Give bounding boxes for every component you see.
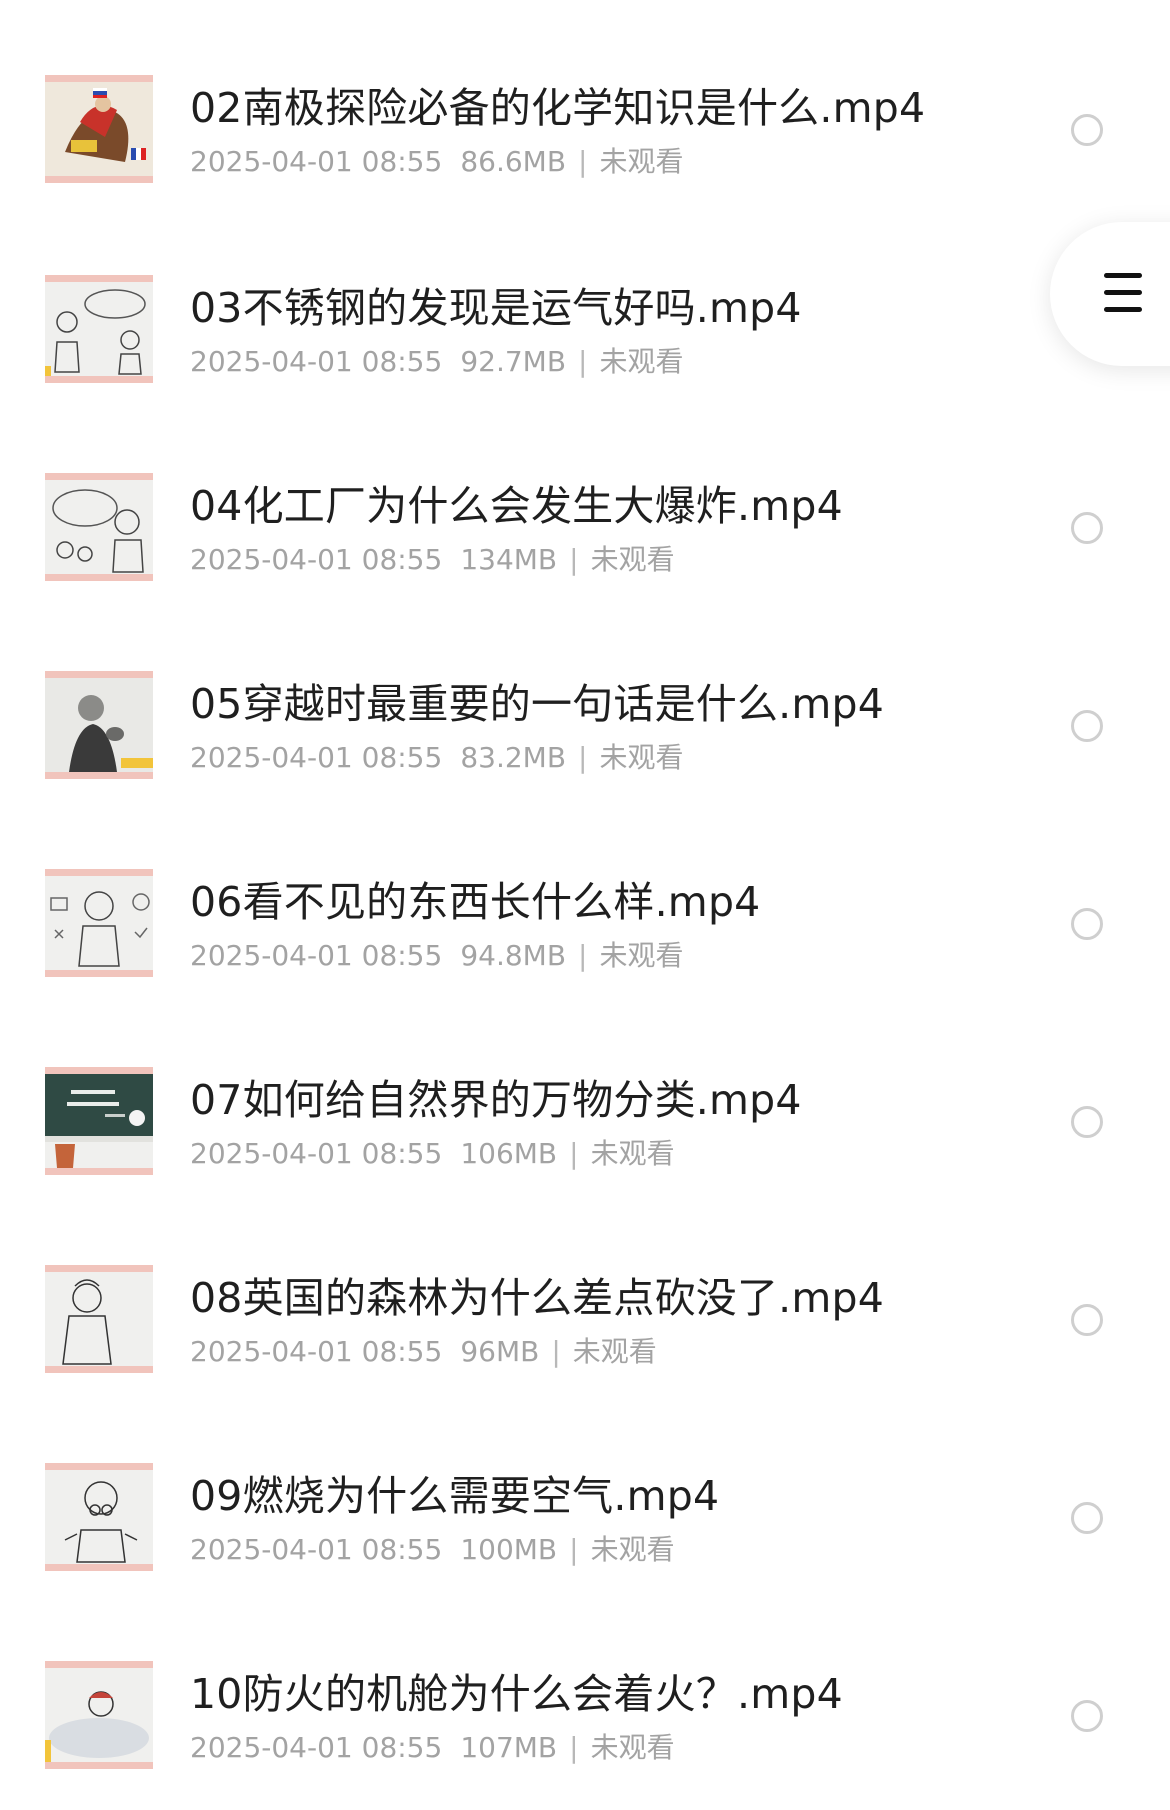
watch-status: 未观看 — [599, 741, 684, 774]
watch-status: 未观看 — [599, 345, 684, 378]
video-title[interactable]: 02南极探险必备的化学知识是什么.mp4 — [190, 74, 925, 134]
select-radio[interactable] — [1071, 710, 1103, 742]
meta-separator: | — [569, 1731, 579, 1764]
video-meta: 2025-04-01 08:55 134MB | 未观看 — [190, 538, 675, 578]
video-date: 2025-04-01 08:55 — [190, 345, 443, 378]
video-meta: 2025-04-01 08:55 83.2MB | 未观看 — [190, 736, 684, 776]
thumbnail-sketch — [45, 1265, 153, 1373]
video-date: 2025-04-01 08:55 — [190, 1335, 443, 1368]
thumbnail-sketch — [45, 1463, 153, 1571]
select-radio[interactable] — [1071, 1502, 1103, 1534]
thumbnail-sketch — [45, 275, 153, 383]
video-meta: 2025-04-01 08:55 94.8MB | 未观看 — [190, 934, 684, 974]
select-radio[interactable] — [1071, 1700, 1103, 1732]
watch-status: 未观看 — [590, 1731, 675, 1764]
meta-separator: | — [578, 345, 588, 378]
video-date: 2025-04-01 08:55 — [190, 939, 443, 972]
video-date: 2025-04-01 08:55 — [190, 145, 443, 178]
video-size: 83.2MB — [460, 741, 567, 774]
select-radio[interactable] — [1071, 512, 1103, 544]
meta-separator: | — [578, 939, 588, 972]
video-date: 2025-04-01 08:55 — [190, 741, 443, 774]
video-title[interactable]: 07如何给自然界的万物分类.mp4 — [190, 1066, 802, 1126]
meta-separator: | — [578, 741, 588, 774]
video-size: 96MB — [460, 1335, 540, 1368]
meta-separator: | — [569, 1137, 579, 1170]
thumbnail-sketch — [45, 869, 153, 977]
video-title[interactable]: 08英国的森林为什么差点砍没了.mp4 — [190, 1264, 884, 1324]
video-size: 107MB — [460, 1731, 558, 1764]
video-size: 86.6MB — [460, 145, 567, 178]
video-meta: 2025-04-01 08:55 92.7MB | 未观看 — [190, 340, 684, 380]
video-meta: 2025-04-01 08:55 107MB | 未观看 — [190, 1726, 675, 1766]
video-title[interactable]: 03不锈钢的发现是运气好吗.mp4 — [190, 274, 802, 334]
video-date: 2025-04-01 08:55 — [190, 543, 443, 576]
video-title[interactable]: 09燃烧为什么需要空气.mp4 — [190, 1462, 719, 1522]
video-title[interactable]: 05穿越时最重要的一句话是什么.mp4 — [190, 670, 884, 730]
watch-status: 未观看 — [590, 1137, 675, 1170]
video-date: 2025-04-01 08:55 — [190, 1533, 443, 1566]
list-item[interactable]: 04化工厂为什么会发生大爆炸.mp4 2025-04-01 08:55 134MB… — [0, 462, 1170, 622]
watch-status: 未观看 — [590, 543, 675, 576]
video-meta: 2025-04-01 08:55 96MB | 未观看 — [190, 1330, 657, 1370]
video-size: 106MB — [460, 1137, 558, 1170]
list-item[interactable]: 07如何给自然界的万物分类.mp4 2025-04-01 08:55 106MB |… — [0, 1056, 1170, 1216]
watch-status: 未观看 — [599, 145, 684, 178]
meta-separator: | — [569, 1533, 579, 1566]
video-title[interactable]: 06看不见的东西长什么样.mp4 — [190, 868, 760, 928]
list-item[interactable]: 08英国的森林为什么差点砍没了.mp4 2025-04-01 08:55 96MB… — [0, 1254, 1170, 1414]
video-meta: 2025-04-01 08:55 106MB | 未观看 — [190, 1132, 675, 1172]
list-item[interactable]: 03不锈钢的发现是运气好吗.mp4 2025-04-01 08:55 92.7MB… — [0, 264, 1170, 424]
video-title[interactable]: 04化工厂为什么会发生大爆炸.mp4 — [190, 472, 843, 532]
watch-status: 未观看 — [599, 939, 684, 972]
video-date: 2025-04-01 08:55 — [190, 1731, 443, 1764]
video-meta: 2025-04-01 08:55 86.6MB | 未观看 — [190, 140, 684, 180]
meta-separator: | — [578, 145, 588, 178]
video-size: 94.8MB — [460, 939, 567, 972]
watch-status: 未观看 — [590, 1533, 675, 1566]
thumbnail-sketch — [45, 473, 153, 581]
thumbnail-sketch — [45, 1661, 153, 1769]
select-radio[interactable] — [1071, 908, 1103, 940]
thumbnail-napoleon — [45, 75, 153, 183]
thumbnail-photo — [45, 671, 153, 779]
select-radio[interactable] — [1071, 1106, 1103, 1138]
watch-status: 未观看 — [572, 1335, 657, 1368]
list-item[interactable]: 05穿越时最重要的一句话是什么.mp4 2025-04-01 08:55 83.2… — [0, 660, 1170, 820]
meta-separator: | — [551, 1335, 561, 1368]
video-size: 100MB — [460, 1533, 558, 1566]
list-item[interactable]: 10防火的机舱为什么会着火？.mp4 2025-04-01 08:55 107MB… — [0, 1650, 1170, 1810]
list-item[interactable]: 09燃烧为什么需要空气.mp4 2025-04-01 08:55 100MB | 未观… — [0, 1452, 1170, 1612]
list-item[interactable]: 06看不见的东西长什么样.mp4 2025-04-01 08:55 94.8MB |… — [0, 858, 1170, 1018]
hamburger-menu-icon — [1104, 273, 1142, 313]
video-date: 2025-04-01 08:55 — [190, 1137, 443, 1170]
list-item[interactable]: 02南极探险必备的化学知识是什么.mp4 2025-04-01 08:55 86.… — [0, 64, 1170, 224]
select-radio[interactable] — [1071, 1304, 1103, 1336]
video-title[interactable]: 10防火的机舱为什么会着火？.mp4 — [190, 1660, 843, 1720]
video-size: 134MB — [460, 543, 558, 576]
select-radio[interactable] — [1071, 114, 1103, 146]
video-meta: 2025-04-01 08:55 100MB | 未观看 — [190, 1528, 675, 1568]
video-size: 92.7MB — [460, 345, 567, 378]
meta-separator: | — [569, 543, 579, 576]
thumbnail-blackboard — [45, 1067, 153, 1175]
